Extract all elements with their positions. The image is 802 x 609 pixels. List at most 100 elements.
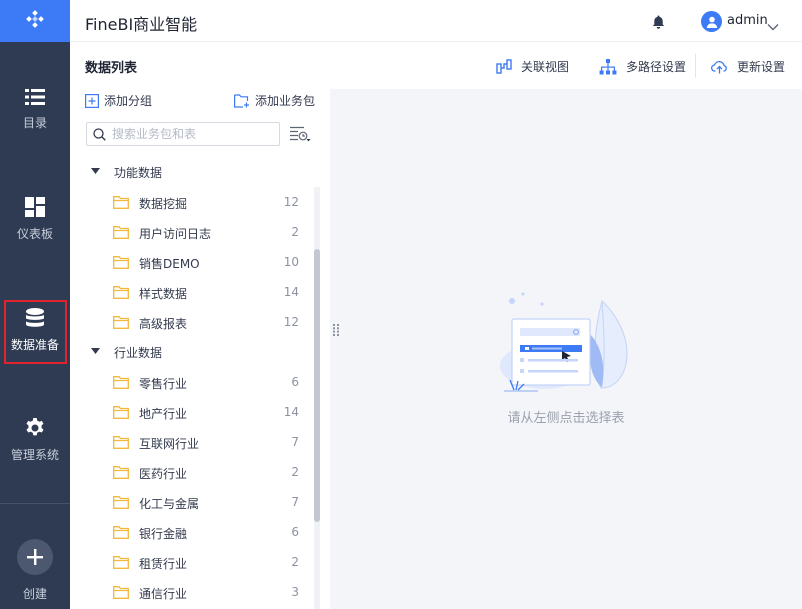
folder-icon (113, 376, 129, 389)
package-tree: 功能数据 数据挖掘 12 用户访问日志 2 销售DEMO 10 样式数据 14 (70, 157, 314, 609)
tree-package-item[interactable]: 地产行业 14 (70, 397, 314, 427)
list-icon (25, 89, 45, 105)
tree-group-industry-data[interactable]: 行业数据 (70, 337, 314, 367)
package-name: 样式数据 (139, 287, 188, 301)
scrollbar-thumb[interactable] (314, 249, 320, 522)
dashboard-icon (25, 197, 45, 217)
folder-icon (113, 226, 129, 239)
package-name: 化工与金属 (139, 497, 200, 511)
package-count: 14 (283, 405, 299, 419)
package-name: 医药行业 (139, 467, 188, 481)
folder-icon (113, 436, 129, 449)
tree-package-item[interactable]: 银行金融 6 (70, 517, 314, 547)
relation-view-label: 关联视图 (521, 60, 570, 74)
tree-package-item[interactable]: 销售DEMO 10 (70, 247, 314, 277)
tree-scrollbar[interactable] (314, 187, 320, 609)
folder-icon (113, 196, 129, 209)
empty-state-message: 请从左侧点击选择表 (507, 411, 625, 426)
update-settings-button[interactable]: 更新设置 (711, 58, 785, 75)
search-box[interactable] (86, 122, 280, 146)
tree-package-item[interactable]: 零售行业 6 (70, 367, 314, 397)
plus-icon (27, 549, 43, 565)
resize-handle-icon[interactable] (333, 321, 339, 340)
package-count: 12 (283, 315, 299, 329)
package-count: 2 (291, 555, 299, 569)
notification-bell-icon[interactable] (652, 14, 665, 33)
nav-label-admin: 管理系统 (10, 448, 59, 462)
folder-icon (113, 316, 129, 329)
nav-label-create: 创建 (22, 587, 47, 601)
tree-package-item[interactable]: 医药行业 2 (70, 457, 314, 487)
data-list-header: 数据列表 关联视图 多路径设置 更新设置 (70, 43, 802, 89)
tree-package-item[interactable]: 通信行业 3 (70, 577, 314, 607)
add-folder-icon (234, 93, 249, 108)
folder-icon (113, 496, 129, 509)
cloud-update-icon (711, 60, 727, 73)
caret-down-icon[interactable] (91, 168, 100, 175)
package-count: 10 (283, 255, 299, 269)
tree-package-item[interactable]: 用户访问日志 2 (70, 217, 314, 247)
tree-package-item[interactable]: 样式数据 14 (70, 277, 314, 307)
add-package-button[interactable]: 添加业务包 (234, 92, 315, 109)
folder-icon (113, 466, 129, 479)
package-name: 通信行业 (139, 587, 188, 601)
nav-item-dashboard[interactable]: 仪表板 (0, 197, 70, 242)
package-name: 地产行业 (139, 407, 188, 421)
nav-item-admin[interactable]: 管理系统 (0, 418, 70, 463)
tree-package-item[interactable]: 租赁行业 2 (70, 547, 314, 577)
search-icon (93, 127, 106, 141)
package-count: 12 (283, 195, 299, 209)
app-window: 目录 仪表板 数据准备 管理系统 创建 FineBI商业智能 admin 数据列… (0, 0, 802, 609)
package-count: 14 (283, 285, 299, 299)
tree-package-item[interactable]: 互联网行业 7 (70, 427, 314, 457)
search-input[interactable] (112, 127, 272, 141)
app-title: FineBI商业智能 (85, 15, 198, 34)
caret-down-icon[interactable] (91, 348, 100, 355)
tree-package-item[interactable]: 高级报表 12 (70, 307, 314, 337)
multipath-settings-button[interactable]: 多路径设置 (599, 58, 686, 75)
hierarchy-icon (599, 58, 617, 74)
package-name: 数据挖掘 (139, 197, 188, 211)
package-count: 7 (291, 495, 299, 509)
create-button[interactable] (17, 539, 53, 575)
package-count: 2 (291, 465, 299, 479)
package-name: 高级报表 (139, 317, 188, 331)
nav-item-create[interactable]: 创建 (0, 539, 70, 602)
nav-label-data-prep: 数据准备 (10, 338, 59, 352)
chevron-down-icon[interactable] (767, 16, 779, 35)
username[interactable]: admin (727, 13, 768, 28)
add-group-label: 添加分组 (104, 94, 153, 108)
nav-rail: 目录 仪表板 数据准备 管理系统 创建 (0, 0, 70, 609)
nav-item-catalog[interactable]: 目录 (0, 88, 70, 131)
tree-group-function-data[interactable]: 功能数据 (70, 157, 314, 187)
tree-package-item[interactable]: 数据挖掘 12 (70, 187, 314, 217)
user-icon (706, 16, 717, 28)
update-settings-label: 更新设置 (737, 60, 786, 74)
folder-icon (113, 526, 129, 539)
package-count: 3 (291, 585, 299, 599)
filter-sort-icon[interactable] (290, 126, 311, 147)
package-count: 6 (291, 375, 299, 389)
package-name: 零售行业 (139, 377, 188, 391)
add-group-button[interactable]: 添加分组 (85, 92, 152, 109)
top-bar: FineBI商业智能 admin (70, 0, 802, 42)
section-title: 数据列表 (85, 61, 138, 76)
folder-icon (113, 286, 129, 299)
package-name: 用户访问日志 (139, 227, 212, 241)
package-count: 7 (291, 435, 299, 449)
action-separator (695, 54, 696, 78)
group-label: 行业数据 (114, 345, 163, 360)
empty-state-illustration (500, 292, 628, 392)
add-group-icon (85, 93, 99, 108)
database-icon (26, 308, 44, 327)
relation-view-button[interactable]: 关联视图 (496, 58, 569, 75)
package-name: 销售DEMO (139, 257, 200, 271)
nav-item-data-prep[interactable]: 数据准备 (0, 308, 70, 353)
data-list-panel: 添加分组 添加业务包 搜索业务包和表 功能数据 数据挖掘 12 用户访问日志 2… (70, 89, 330, 609)
folder-icon (113, 256, 129, 269)
nav-label-catalog: 目录 (22, 116, 47, 130)
tree-package-item[interactable]: 化工与金属 7 (70, 487, 314, 517)
fine-logo[interactable] (0, 0, 70, 42)
rail-divider (0, 503, 70, 504)
user-avatar[interactable] (701, 11, 722, 32)
